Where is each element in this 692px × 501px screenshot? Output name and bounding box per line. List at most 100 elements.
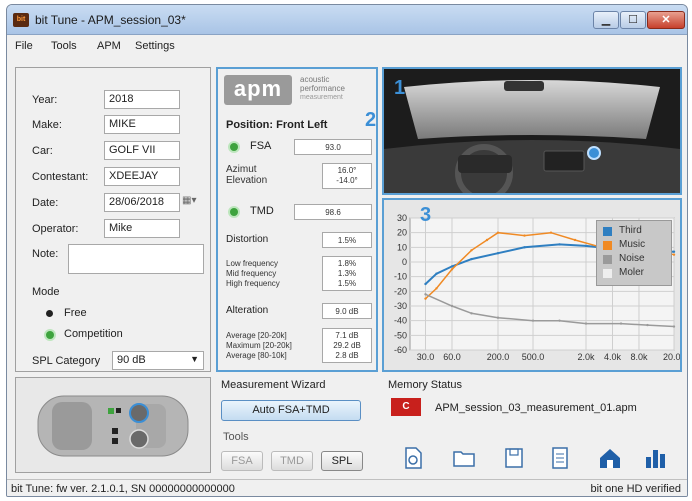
make-input[interactable]: MIKE <box>104 115 180 134</box>
maximize-button[interactable]: ☐ <box>620 11 646 29</box>
frequency-response-chart: 30 20 10 0 -10 -20 -30 -40 -50 -60 30.0 60.0 200.0 50… <box>382 198 682 372</box>
azimut-label: Azimut <box>226 164 257 175</box>
tmd-tool-button[interactable]: TMD <box>271 451 313 471</box>
series-point-noise <box>619 322 623 325</box>
fsa-tool-button[interactable]: FSA <box>221 451 263 471</box>
folder-icon[interactable] <box>451 445 477 471</box>
position-label: Position: Front Left <box>226 119 328 131</box>
x-tick-label: 30.0 <box>417 352 435 362</box>
y-tick-label: -30 <box>394 301 407 311</box>
series-point-third <box>496 252 500 255</box>
legend-swatch-moler <box>603 269 612 278</box>
series-point-noise <box>450 304 454 308</box>
calendar-icon[interactable]: ▦▾ <box>182 195 200 210</box>
alteration-value: 9.0 dB <box>322 303 372 319</box>
date-label: Date: <box>32 197 59 209</box>
date-picker[interactable]: 28/06/2018 <box>104 193 180 212</box>
azimut-elevation-box: 16.0° -14.0° <box>322 163 372 189</box>
memory-file-name: APM_session_03_measurement_01.apm <box>435 402 637 414</box>
car-input[interactable]: GOLF VII <box>104 141 180 160</box>
series-point-noise <box>558 319 561 322</box>
series-point-noise <box>646 323 649 327</box>
series-point-noise <box>672 325 676 328</box>
series-point-music <box>523 234 526 237</box>
spl-category-value: 90 dB <box>117 354 146 366</box>
menu-file[interactable]: File <box>15 40 33 52</box>
levels-icon[interactable] <box>643 445 669 471</box>
elevation-label: Elevation <box>226 175 268 186</box>
apm-logo-line-3: measurement <box>300 94 343 101</box>
fsa-value: 93.0 <box>294 139 372 155</box>
close-button[interactable]: ✕ <box>647 11 685 29</box>
menu-apm[interactable]: APM <box>97 40 121 52</box>
free-radio[interactable] <box>46 310 53 317</box>
maximum-20-20k-value: 29.2 dB <box>333 341 361 350</box>
competition-radio[interactable] <box>46 331 54 339</box>
legend-swatch-noise <box>603 255 612 264</box>
y-tick-label: 20 <box>397 228 407 238</box>
low-frequency-label: Low frequency <box>226 259 279 268</box>
series-point-third <box>435 272 438 275</box>
y-tick-label: 0 <box>402 257 407 267</box>
series-point-music <box>424 297 427 300</box>
menu-tools[interactable]: Tools <box>51 40 77 52</box>
legend-moler: Moler <box>619 267 645 278</box>
app-icon: bit <box>13 13 29 27</box>
chart-legend: Third Music Noise Moler <box>596 220 672 286</box>
menu-settings[interactable]: Settings <box>135 40 175 52</box>
save-icon[interactable] <box>501 445 527 471</box>
chevron-down-icon: ▼ <box>190 354 199 364</box>
spl-category-select[interactable]: 90 dB ▼ <box>112 351 204 370</box>
car-label: Car: <box>32 145 53 157</box>
window-title: bit Tune - APM_session_03* <box>35 13 186 27</box>
alteration-label: Alteration <box>226 305 269 316</box>
contestant-input[interactable]: XDEEJAY <box>104 167 180 186</box>
elevation-value: -14.0° <box>336 176 358 185</box>
camera-view: 1 <box>382 67 682 195</box>
app-window: bit bit Tune - APM_session_03* ▁ ☐ ✕ Fil… <box>6 4 688 497</box>
year-input[interactable]: 2018 <box>104 90 180 109</box>
apm-panel: apm acoustic performance measurement Pos… <box>216 67 378 372</box>
x-tick-label: 500.0 <box>522 352 545 362</box>
spl-category-label: SPL Category <box>32 355 101 367</box>
x-tick-label: 200.0 <box>487 352 510 362</box>
tmd-value: 98.6 <box>294 204 372 220</box>
low-frequency-value: 1.8% <box>337 259 357 268</box>
car-top-view-icon <box>37 395 189 457</box>
auto-fsa-tmd-button[interactable]: Auto FSA+TMD <box>221 400 361 421</box>
azimut-value: 16.0° <box>337 166 357 175</box>
mid-frequency-label: Mid frequency <box>226 269 277 278</box>
measurement-wizard-label: Measurement Wizard <box>221 379 326 391</box>
x-tick-label: 20.0k <box>663 352 680 362</box>
series-point-noise <box>470 312 473 315</box>
home-save-icon[interactable] <box>597 445 623 471</box>
legend-music: Music <box>619 239 646 250</box>
series-point-music <box>549 231 553 234</box>
average-20-20k-value: 7.1 dB <box>335 331 359 340</box>
operator-input[interactable]: Mike <box>104 219 180 238</box>
series-point-third <box>523 246 526 249</box>
open-file-icon[interactable] <box>400 445 426 471</box>
series-point-noise <box>584 322 588 325</box>
x-tick-label: 2.0k <box>577 352 595 362</box>
note-input[interactable] <box>68 244 204 274</box>
title-bar[interactable]: bit bit Tune - APM_session_03* ▁ ☐ ✕ <box>7 5 687 35</box>
mode-label: Mode <box>32 286 60 298</box>
memory-status-label: Memory Status <box>388 379 462 391</box>
series-point-music <box>672 253 676 256</box>
x-tick-label: 60.0 <box>443 352 461 362</box>
series-point-music <box>450 268 454 271</box>
spl-tool-button[interactable]: SPL <box>321 451 363 471</box>
car-interior-image <box>384 69 680 193</box>
series-point-third <box>672 250 676 253</box>
y-tick-label: -10 <box>394 272 407 282</box>
distortion-label: Distortion <box>226 234 269 245</box>
document-icon[interactable] <box>547 445 573 471</box>
series-point-noise <box>424 293 427 296</box>
memory-slot-badge: C <box>391 398 421 416</box>
y-tick-label: -50 <box>394 330 407 340</box>
minimize-button[interactable]: ▁ <box>593 11 619 29</box>
series-point-music <box>470 249 473 252</box>
legend-third: Third <box>619 225 642 236</box>
tools-label: Tools <box>223 431 249 443</box>
